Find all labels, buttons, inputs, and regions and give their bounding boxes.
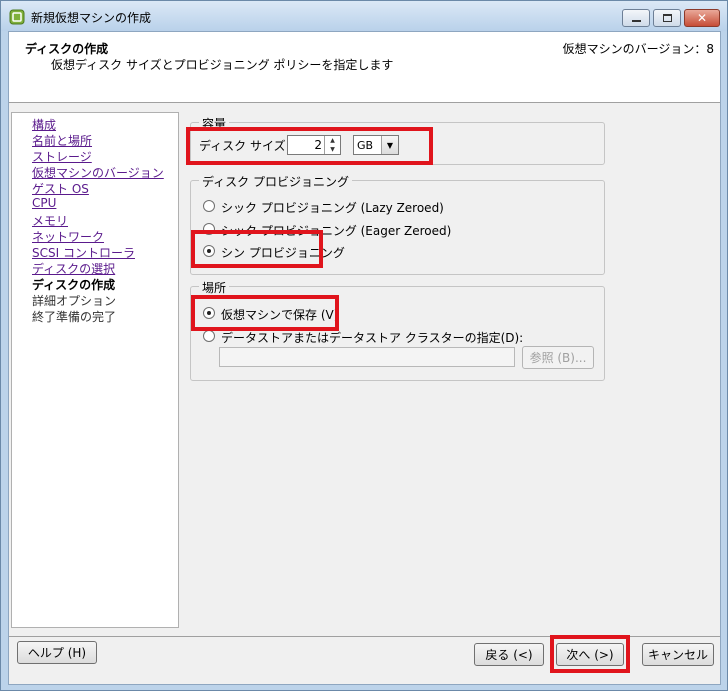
nav-step-scsi-controller[interactable]: SCSI コントローラ <box>32 244 135 261</box>
nav-step-network[interactable]: ネットワーク <box>32 228 104 245</box>
nav-step-storage[interactable]: ストレージ <box>32 148 92 165</box>
minimize-icon <box>631 20 641 22</box>
nav-step-guest-os[interactable]: ゲスト OS <box>32 180 89 197</box>
nav-step-vm-version[interactable]: 仮想マシンのバージョン <box>32 164 164 181</box>
provisioning-legend: ディスク プロビジョニング <box>199 173 352 190</box>
vm-wizard-icon <box>9 9 25 25</box>
minimize-button[interactable] <box>622 9 650 27</box>
window-title: 新規仮想マシンの作成 <box>31 11 152 25</box>
specify-datastore-radio[interactable] <box>203 330 215 342</box>
help-button[interactable]: ヘルプ (H) <box>17 641 97 664</box>
page-subtitle: 仮想ディスク サイズとプロビジョニング ポリシーを指定します <box>51 58 394 72</box>
cancel-button[interactable]: キャンセル <box>642 643 714 666</box>
title-bar[interactable]: 新規仮想マシンの作成 ✕ <box>1 1 727 31</box>
vm-version-label: 仮想マシンのバージョン：8 <box>562 42 714 56</box>
highlight-disk-size <box>186 127 433 165</box>
maximize-button[interactable] <box>653 9 681 27</box>
back-button[interactable]: 戻る (<) <box>474 643 544 666</box>
wizard-window: 新規仮想マシンの作成 ✕ ディスクの作成 仮想ディスク サイズとプロビジョニング… <box>0 0 728 691</box>
close-button[interactable]: ✕ <box>684 9 720 27</box>
close-icon: ✕ <box>696 11 708 25</box>
datastore-field[interactable] <box>219 347 515 367</box>
nav-step-config[interactable]: 構成 <box>32 116 56 133</box>
wizard-header: ディスクの作成 仮想ディスク サイズとプロビジョニング ポリシーを指定します 仮… <box>9 32 720 102</box>
nav-step-memory[interactable]: メモリ <box>32 212 68 229</box>
location-legend: 場所 <box>199 279 230 296</box>
wizard-step-list: 構成 名前と場所 ストレージ 仮想マシンのバージョン ゲスト OS CPU メモ… <box>11 112 179 628</box>
nav-step-advanced-options: 詳細オプション <box>32 294 117 308</box>
browse-button[interactable]: 参照 (B)... <box>522 346 594 369</box>
header-divider <box>9 102 720 103</box>
thick-lazy-label[interactable]: シック プロビジョニング (Lazy Zeroed) <box>221 199 444 216</box>
maximize-icon <box>662 14 672 22</box>
nav-step-ready-to-complete: 終了準備の完了 <box>32 310 117 324</box>
nav-step-cpu[interactable]: CPU <box>32 196 56 210</box>
page-title: ディスクの作成 <box>25 42 109 56</box>
highlight-store-with-vm <box>191 295 339 331</box>
highlight-thin-provisioning <box>191 230 323 268</box>
nav-step-select-disk[interactable]: ディスクの選択 <box>32 260 115 277</box>
highlight-next-button <box>550 635 630 673</box>
nav-step-create-disk: ディスクの作成 <box>32 278 116 292</box>
thick-lazy-radio[interactable] <box>203 200 215 212</box>
nav-step-name-location[interactable]: 名前と場所 <box>32 132 92 149</box>
specify-datastore-label[interactable]: データストアまたはデータストア クラスターの指定(D): <box>221 329 523 346</box>
